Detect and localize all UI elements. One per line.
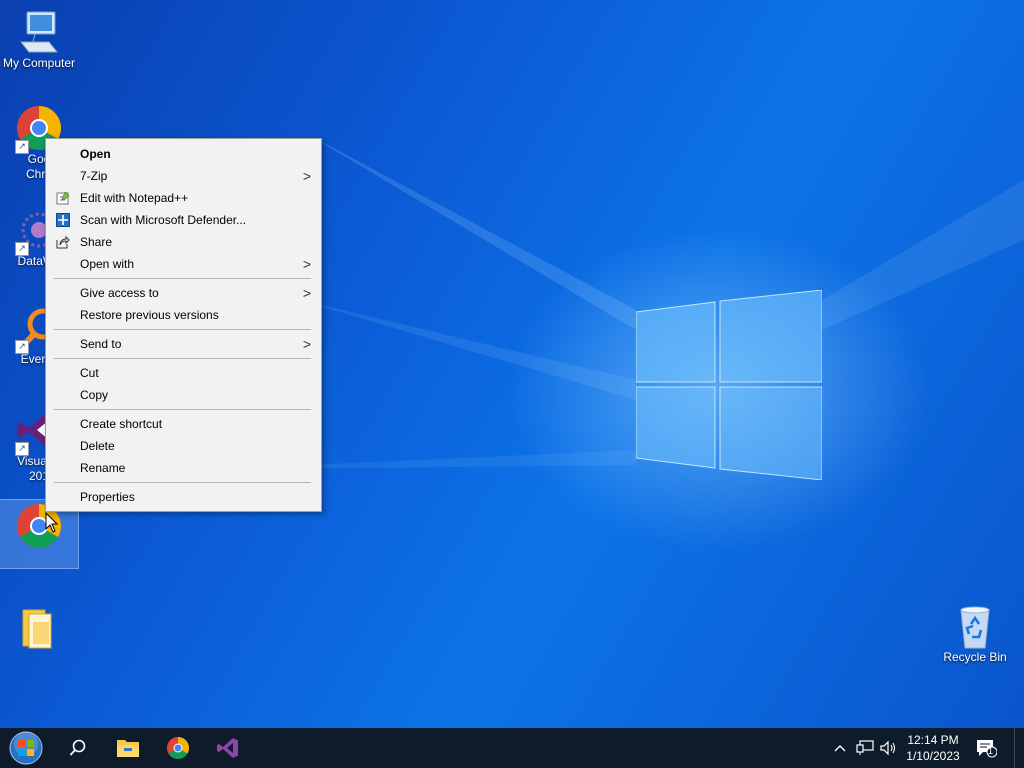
- menu-item-label: Properties: [80, 490, 135, 504]
- menu-item-label: Create shortcut: [80, 417, 163, 431]
- search-icon: [69, 739, 86, 756]
- show-desktop-button[interactable]: [1014, 728, 1015, 768]
- start-orb-icon: [9, 731, 43, 765]
- notification-count-badge: 1: [988, 746, 994, 756]
- menu-separator: [54, 482, 311, 483]
- menu-item-open[interactable]: Open: [46, 143, 321, 165]
- menu-item-label: Send to: [80, 337, 122, 351]
- menu-separator: [54, 278, 311, 279]
- menu-item-cut[interactable]: Cut: [46, 362, 321, 384]
- chevron-right-icon: >: [302, 256, 311, 272]
- tray-show-hidden[interactable]: [830, 728, 850, 768]
- menu-item-properties[interactable]: Properties: [46, 486, 321, 508]
- shortcut-arrow-icon: ↗: [15, 340, 29, 354]
- menu-separator: [54, 358, 311, 359]
- context-menu: Open 7-Zip > Edit with Notepad++ Scan wit…: [45, 138, 322, 512]
- menu-item-label: Open with: [80, 257, 135, 271]
- menu-item-give-access[interactable]: Give access to >: [46, 282, 321, 304]
- chevron-right-icon: >: [302, 336, 311, 352]
- menu-item-label: Restore previous versions: [80, 308, 219, 322]
- folder-icon: [22, 609, 52, 649]
- shortcut-arrow-icon: ↗: [15, 242, 29, 256]
- taskbar: 12:14 PM 1/10/2023 1: [0, 728, 1024, 768]
- menu-item-label: Give access to: [80, 286, 159, 300]
- notification-icon: [977, 740, 997, 758]
- menu-item-restore-versions[interactable]: Restore previous versions: [46, 304, 321, 326]
- recycle-bin-icon: [960, 606, 990, 649]
- clock-time: 12:14 PM: [907, 733, 959, 747]
- menu-item-label: 7-Zip: [80, 169, 108, 183]
- menu-separator: [54, 409, 311, 410]
- notepad-plus-plus-icon: [56, 191, 70, 205]
- file-explorer-icon: [117, 740, 139, 757]
- menu-item-7zip[interactable]: 7-Zip >: [46, 165, 321, 187]
- defender-icon: [56, 213, 70, 227]
- visual-studio-icon: [217, 738, 238, 758]
- chevron-right-icon: >: [302, 285, 311, 301]
- chrome-icon: [167, 737, 189, 759]
- menu-item-send-to[interactable]: Send to >: [46, 333, 321, 355]
- taskbar-chrome[interactable]: [154, 728, 202, 768]
- mouse-cursor-icon: [45, 512, 59, 533]
- share-icon: [56, 235, 70, 249]
- network-icon: [856, 740, 874, 755]
- menu-item-create-shortcut[interactable]: Create shortcut: [46, 413, 321, 435]
- menu-separator: [54, 329, 311, 330]
- chevron-up-icon: [834, 745, 846, 752]
- menu-item-delete[interactable]: Delete: [46, 435, 321, 457]
- desktop-icon-label: My Computer: [2, 56, 76, 70]
- taskbar-file-explorer[interactable]: [104, 728, 152, 768]
- menu-item-edit-notepad[interactable]: Edit with Notepad++: [46, 187, 321, 209]
- shortcut-arrow-icon: ↗: [15, 140, 29, 154]
- menu-item-label: Delete: [80, 439, 115, 453]
- menu-item-label: Edit with Notepad++: [80, 191, 189, 205]
- menu-item-label: Share: [80, 235, 113, 249]
- desktop[interactable]: My Computer ↗ Goo Chro ↗ DataWa ↗ Everyt…: [0, 0, 1024, 728]
- menu-item-label: Copy: [80, 388, 109, 402]
- clock-date: 1/10/2023: [906, 749, 960, 763]
- desktop-icon-label: Recycle Bin: [943, 650, 1007, 664]
- volume-icon: [880, 740, 896, 756]
- tray-volume[interactable]: [878, 728, 898, 768]
- desktop-icon-my-computer[interactable]: My Computer: [0, 8, 78, 71]
- menu-item-label: Cut: [80, 366, 99, 380]
- menu-item-share[interactable]: Share: [46, 231, 321, 253]
- start-button[interactable]: [2, 728, 50, 768]
- menu-item-rename[interactable]: Rename: [46, 457, 321, 479]
- desktop-icon-folder[interactable]: [0, 604, 78, 652]
- menu-item-copy[interactable]: Copy: [46, 384, 321, 406]
- taskbar-visual-studio[interactable]: [204, 728, 252, 768]
- desktop-icon-recycle-bin[interactable]: Recycle Bin: [936, 602, 1014, 665]
- tray-network[interactable]: [854, 728, 876, 768]
- menu-item-label: Scan with Microsoft Defender...: [80, 213, 247, 227]
- menu-item-label: Open: [80, 147, 111, 161]
- menu-item-label: Rename: [80, 461, 126, 475]
- windows-logo-wallpaper: [636, 290, 822, 480]
- menu-item-open-with[interactable]: Open with >: [46, 253, 321, 275]
- search-button[interactable]: [54, 728, 102, 768]
- computer-icon: [19, 11, 59, 53]
- chevron-right-icon: >: [302, 168, 311, 184]
- menu-item-scan-defender[interactable]: Scan with Microsoft Defender...: [46, 209, 321, 231]
- shortcut-arrow-icon: ↗: [15, 442, 29, 456]
- taskbar-clock[interactable]: 12:14 PM 1/10/2023: [900, 732, 966, 764]
- action-center-button[interactable]: 1: [972, 728, 1000, 768]
